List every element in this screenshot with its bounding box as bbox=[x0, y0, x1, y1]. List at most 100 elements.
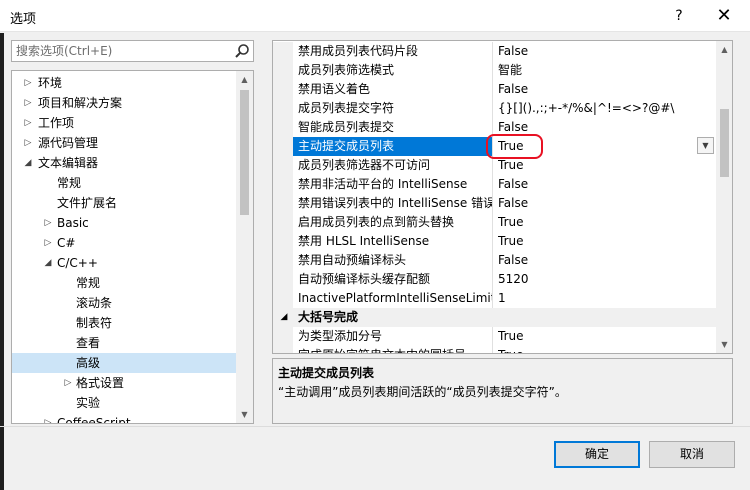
grid-scrollbar-thumb[interactable] bbox=[720, 109, 729, 177]
tree-item-label: 常规 bbox=[57, 176, 82, 190]
collapse-arrow-icon[interactable]: ◢ bbox=[22, 153, 34, 173]
scroll-up-icon[interactable]: ▲ bbox=[236, 71, 253, 88]
category-label: 大括号完成 bbox=[298, 310, 359, 324]
tree-item-label: CoffeeScript bbox=[57, 416, 131, 424]
tree-item[interactable]: 制表符 bbox=[12, 313, 236, 333]
expand-arrow-icon[interactable]: ▷ bbox=[22, 113, 34, 133]
tree-item[interactable]: ◢ 文本编辑器 bbox=[12, 153, 236, 173]
property-value[interactable]: 5120 bbox=[498, 270, 716, 289]
grid-scrollbar[interactable]: ▲ ▼ bbox=[716, 41, 732, 353]
property-row[interactable]: 为类型添加分号 True bbox=[273, 327, 716, 346]
column-separator bbox=[492, 42, 493, 61]
column-separator bbox=[492, 213, 493, 232]
tree-item-label: 文本编辑器 bbox=[38, 156, 99, 170]
scroll-down-icon[interactable]: ▼ bbox=[236, 406, 253, 423]
column-separator bbox=[492, 232, 493, 251]
tree-item[interactable]: ▷ Basic bbox=[12, 213, 236, 233]
property-row[interactable]: 启用成员列表的点到箭头替换 True bbox=[273, 213, 716, 232]
row-gutter bbox=[273, 213, 293, 232]
tree-item[interactable]: ▷ C# bbox=[12, 233, 236, 253]
row-gutter bbox=[273, 118, 293, 137]
tree-item-label: 格式设置 bbox=[76, 376, 125, 390]
property-row[interactable]: 禁用非活动平台的 IntelliSense False bbox=[273, 175, 716, 194]
tree-item-label: Basic bbox=[57, 216, 89, 230]
expand-arrow-icon[interactable]: ▷ bbox=[22, 133, 34, 153]
red-highlight-annotation bbox=[486, 134, 543, 159]
row-gutter bbox=[273, 175, 293, 194]
tree-item[interactable]: 查看 bbox=[12, 333, 236, 353]
property-row[interactable]: 禁用成员列表代码片段 False bbox=[273, 42, 716, 61]
row-gutter bbox=[273, 251, 293, 270]
property-row[interactable]: 完成原始字符串文本中的圆括号 True bbox=[273, 346, 716, 353]
row-gutter bbox=[273, 137, 293, 156]
expand-arrow-icon[interactable]: ▷ bbox=[62, 373, 74, 393]
scroll-up-icon[interactable]: ▲ bbox=[716, 41, 732, 58]
property-value[interactable]: False bbox=[498, 251, 716, 270]
help-icon[interactable]: ? bbox=[667, 6, 691, 26]
property-value[interactable]: True bbox=[498, 232, 716, 251]
tree-item-label: 文件扩展名 bbox=[57, 196, 118, 210]
search-icon[interactable] bbox=[234, 43, 250, 59]
close-icon[interactable]: ✕ bbox=[710, 4, 738, 28]
property-row[interactable]: 禁用错误列表中的 IntelliSense 错误 False bbox=[273, 194, 716, 213]
property-value[interactable]: False bbox=[498, 42, 716, 61]
expand-arrow-icon[interactable]: ▷ bbox=[42, 213, 54, 233]
property-value[interactable]: False bbox=[498, 80, 716, 99]
expand-arrow-icon[interactable]: ▷ bbox=[22, 93, 34, 113]
category-header[interactable]: ◢ 大括号完成 bbox=[273, 308, 716, 327]
tree-item[interactable]: 常规 bbox=[12, 273, 236, 293]
tree-item[interactable]: 文件扩展名 bbox=[12, 193, 236, 213]
property-value[interactable]: True bbox=[498, 213, 716, 232]
property-row[interactable]: 禁用语义着色 False bbox=[273, 80, 716, 99]
property-value[interactable]: {}[]().,:;+-*/%&|^!=<>?@#\ bbox=[498, 99, 716, 118]
expand-arrow-icon[interactable]: ▷ bbox=[42, 413, 54, 423]
scroll-down-icon[interactable]: ▼ bbox=[716, 336, 732, 353]
window-title: 选项 bbox=[10, 12, 37, 27]
tree-item[interactable]: ▷ CoffeeScript bbox=[12, 413, 236, 424]
property-name: 为类型添加分号 bbox=[298, 329, 383, 343]
tree-item[interactable]: ▷ 工作项 bbox=[12, 113, 236, 133]
tree-item[interactable]: ▷ 项目和解决方案 bbox=[12, 93, 236, 113]
collapse-arrow-icon[interactable]: ◢ bbox=[278, 308, 290, 327]
expand-arrow-icon[interactable]: ▷ bbox=[22, 73, 34, 93]
search-input[interactable] bbox=[16, 44, 226, 58]
property-value[interactable]: False bbox=[498, 194, 716, 213]
property-value[interactable]: True bbox=[498, 327, 716, 346]
tree-scrollbar[interactable]: ▲ ▼ bbox=[236, 71, 253, 423]
tree-item-label: C# bbox=[57, 236, 76, 250]
property-row[interactable]: 自动预编译标头缓存配额 5120 bbox=[273, 270, 716, 289]
property-row[interactable]: 成员列表筛选模式 智能 bbox=[273, 61, 716, 80]
search-box[interactable] bbox=[11, 40, 254, 62]
tree-item[interactable]: 常规 bbox=[12, 173, 236, 193]
tree-item[interactable]: 实验 bbox=[12, 393, 236, 413]
row-gutter bbox=[273, 270, 293, 289]
property-value[interactable]: True bbox=[498, 346, 716, 353]
property-name: 禁用语义着色 bbox=[298, 82, 371, 96]
property-name: 自动预编译标头缓存配额 bbox=[298, 272, 431, 286]
collapse-arrow-icon[interactable]: ◢ bbox=[42, 253, 54, 273]
cancel-button[interactable]: 取消 bbox=[649, 441, 735, 468]
tree-item-label: 高级 bbox=[76, 356, 101, 370]
expand-arrow-icon[interactable]: ▷ bbox=[42, 233, 54, 253]
property-name: 禁用自动预编译标头 bbox=[298, 253, 407, 267]
ok-button[interactable]: 确定 bbox=[554, 441, 640, 468]
tree-item[interactable]: 滚动条 bbox=[12, 293, 236, 313]
property-row[interactable]: 成员列表提交字符 {}[]().,:;+-*/%&|^!=<>?@#\ bbox=[273, 99, 716, 118]
property-name: 成员列表提交字符 bbox=[298, 101, 395, 115]
property-row[interactable]: InactivePlatformIntelliSenseLimit 1 bbox=[273, 289, 716, 308]
tree-item[interactable]: ▷ 源代码管理 bbox=[12, 133, 236, 153]
row-gutter bbox=[273, 80, 293, 99]
property-value[interactable]: 1 bbox=[498, 289, 716, 308]
property-value[interactable]: 智能 bbox=[498, 61, 716, 80]
property-value[interactable]: False bbox=[498, 175, 716, 194]
tree-item[interactable]: ◢ C/C++ bbox=[12, 253, 236, 273]
column-separator bbox=[492, 346, 493, 353]
tree-item[interactable]: ▷ 环境 bbox=[12, 73, 236, 93]
row-gutter bbox=[273, 61, 293, 80]
tree-item[interactable]: 高级 bbox=[12, 353, 236, 373]
tree-scrollbar-thumb[interactable] bbox=[240, 90, 249, 215]
property-row[interactable]: 禁用自动预编译标头 False bbox=[273, 251, 716, 270]
property-row[interactable]: 禁用 HLSL IntelliSense True bbox=[273, 232, 716, 251]
footer-divider bbox=[0, 426, 750, 427]
tree-item[interactable]: ▷ 格式设置 bbox=[12, 373, 236, 393]
